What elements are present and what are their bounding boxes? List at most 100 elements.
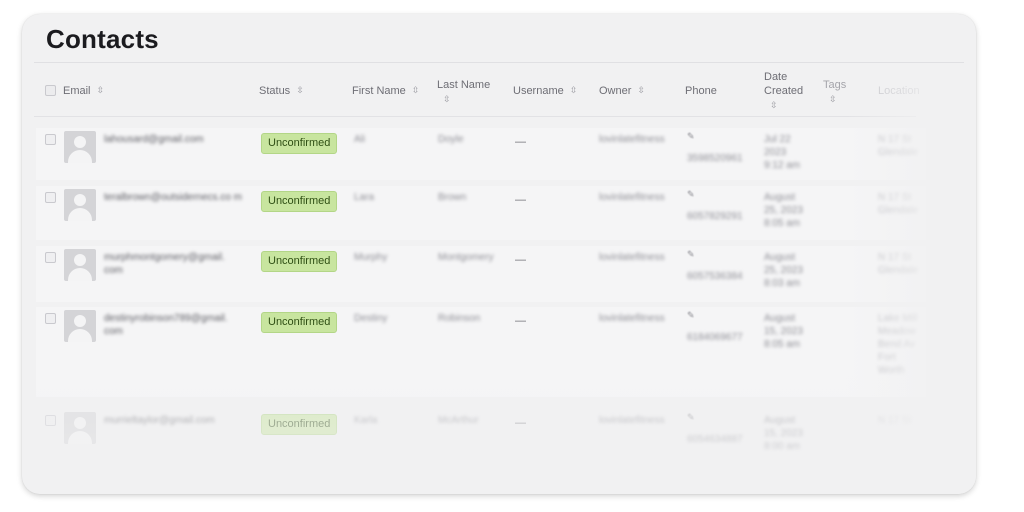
sort-updown-icon[interactable]: ⇳	[770, 98, 812, 112]
cell-first-name: Lara	[354, 192, 375, 203]
user-avatar-icon	[64, 412, 96, 444]
cell-date-created: August 15, 2023 8:05 am	[764, 313, 803, 350]
column-header-tags-label: Tags	[823, 79, 847, 91]
pencil-icon[interactable]: ✎	[687, 412, 743, 423]
cell-owner: lovinlatefitness	[599, 252, 665, 263]
table-row[interactable]: destinyrobinson789@gmail. com Unconfirme…	[22, 307, 976, 397]
cell-last-name: Doyle	[438, 134, 464, 145]
table-row[interactable]: murphmontgomery@gmail. com Unconfirmed M…	[22, 246, 976, 302]
cell-last-name: Brown	[438, 192, 467, 203]
column-header-phone: Phone	[685, 84, 717, 98]
row-checkbox[interactable]	[45, 134, 56, 145]
cell-email[interactable]: murphmontgomery@gmail. com	[104, 251, 246, 277]
cell-phone-value: 6057829291	[687, 211, 743, 222]
table-row[interactable]: teralbrown@outsidernecs.co m Unconfirmed…	[22, 186, 976, 240]
column-header-username-label: Username	[513, 85, 564, 97]
table-row[interactable]: lahousard@gmail.com Unconfirmed Ali Doyl…	[22, 128, 976, 180]
column-header-email-label: Email	[63, 85, 91, 97]
user-avatar-icon	[64, 189, 96, 221]
column-header-phone-label: Phone	[685, 85, 717, 97]
cell-phone[interactable]: ✎ 3598520961	[687, 131, 743, 166]
pencil-icon[interactable]: ✎	[687, 131, 743, 142]
cell-owner: lovinlatefitness	[599, 313, 665, 324]
status-badge: Unconfirmed	[261, 312, 338, 333]
cell-location: N 17 St Glendale	[878, 134, 919, 158]
cell-last-name: Robinson	[438, 313, 481, 324]
cell-phone-value: 6184069677	[687, 332, 743, 343]
cell-first-name: Murphy	[354, 252, 388, 263]
cell-first-name: Karla	[354, 415, 378, 426]
sort-updown-icon[interactable]: ⇳	[296, 83, 304, 97]
cell-username: —	[515, 315, 526, 327]
pencil-icon[interactable]: ✎	[687, 310, 743, 321]
column-header-username[interactable]: Username ⇳	[513, 84, 577, 98]
contacts-panel: Contacts Email ⇳ Status ⇳ First Name ⇳ Last…	[22, 14, 976, 494]
cell-last-name: McArthur	[438, 415, 479, 426]
cell-phone-value: 6054634887	[687, 434, 743, 445]
column-header-location: Location	[878, 84, 920, 98]
column-header-owner[interactable]: Owner ⇳	[599, 84, 645, 98]
column-header-owner-label: Owner	[599, 85, 632, 97]
cell-owner: lovinlatefitness	[599, 192, 665, 203]
cell-phone[interactable]: ✎ 6184069677	[687, 310, 743, 345]
cell-phone[interactable]: ✎ 6054634887	[687, 412, 743, 447]
cell-location: N 17 St Glendale	[878, 192, 919, 216]
pencil-icon[interactable]: ✎	[687, 189, 743, 200]
status-badge: Unconfirmed	[261, 251, 338, 272]
user-avatar-icon	[64, 310, 96, 342]
cell-phone[interactable]: ✎ 6057829291	[687, 189, 743, 224]
sort-updown-icon[interactable]: ⇳	[443, 92, 499, 106]
cell-date-created: August 25, 2023 8:03 am	[764, 252, 803, 289]
cell-username: —	[515, 136, 526, 148]
cell-date-created: August 15, 2023 8:00 am	[764, 415, 803, 452]
cell-owner: lovinlatefitness	[599, 415, 665, 426]
column-header-location-label: Location	[878, 85, 920, 97]
column-header-date-created[interactable]: Date Created ⇳	[764, 70, 812, 113]
cell-username: —	[515, 417, 526, 429]
status-badge: Unconfirmed	[261, 191, 338, 212]
column-header-status-label: Status	[259, 85, 291, 97]
cell-date-created: August 25, 2023 8:05 am	[764, 192, 803, 229]
column-header-last-name-label: Last Name	[437, 79, 491, 91]
cell-phone-value: 3598520961	[687, 153, 743, 164]
column-header-email[interactable]: Email ⇳	[63, 84, 104, 98]
pencil-icon[interactable]: ✎	[687, 249, 743, 260]
row-checkbox[interactable]	[45, 252, 56, 263]
cell-date-created: Jul 22 2023 9:12 am	[764, 134, 801, 171]
status-badge: Unconfirmed	[261, 133, 338, 154]
row-checkbox[interactable]	[45, 192, 56, 203]
column-header-status[interactable]: Status ⇳	[259, 84, 304, 98]
cell-email[interactable]: destinyrobinson789@gmail. com	[104, 312, 246, 338]
row-checkbox[interactable]	[45, 415, 56, 426]
title-divider	[34, 62, 964, 63]
column-header-first-name-label: First Name	[352, 85, 406, 97]
cell-phone[interactable]: ✎ 6057536384	[687, 249, 743, 284]
cell-username: —	[515, 194, 526, 206]
column-header-first-name[interactable]: First Name ⇳	[352, 84, 419, 98]
cell-email[interactable]: murrieltaylor@gmail.com	[104, 414, 215, 427]
cell-location: Lake Mill Meadow Bend Av Fort Worth	[878, 313, 918, 376]
cell-location: N 17 St	[878, 415, 912, 426]
sort-updown-icon[interactable]: ⇳	[829, 92, 846, 106]
cell-email[interactable]: lahousard@gmail.com	[104, 133, 204, 146]
cell-owner: lovinlatefitness	[599, 134, 665, 145]
column-header-last-name[interactable]: Last Name ⇳	[437, 78, 499, 107]
row-checkbox[interactable]	[45, 313, 56, 324]
user-avatar-icon	[64, 131, 96, 163]
cell-email[interactable]: teralbrown@outsidernecs.co m	[104, 191, 246, 204]
cell-first-name: Ali	[354, 134, 366, 145]
column-header-tags[interactable]: Tags ⇳	[823, 78, 846, 107]
sort-updown-icon[interactable]: ⇳	[637, 83, 645, 97]
sort-updown-icon[interactable]: ⇳	[570, 83, 578, 97]
cell-phone-value: 6057536384	[687, 271, 743, 282]
sort-updown-icon[interactable]: ⇳	[412, 83, 420, 97]
cell-location: N 17 St Glendale	[878, 252, 919, 276]
page-title: Contacts	[46, 24, 159, 54]
user-avatar-icon	[64, 249, 96, 281]
table-row[interactable]: murrieltaylor@gmail.com Unconfirmed Karl…	[22, 409, 976, 469]
sort-updown-icon[interactable]: ⇳	[97, 83, 105, 97]
select-all-checkbox[interactable]	[45, 85, 56, 96]
column-header-date-created-label: Date Created	[764, 71, 804, 97]
cell-username: —	[515, 254, 526, 266]
cell-first-name: Destiny	[354, 313, 388, 324]
